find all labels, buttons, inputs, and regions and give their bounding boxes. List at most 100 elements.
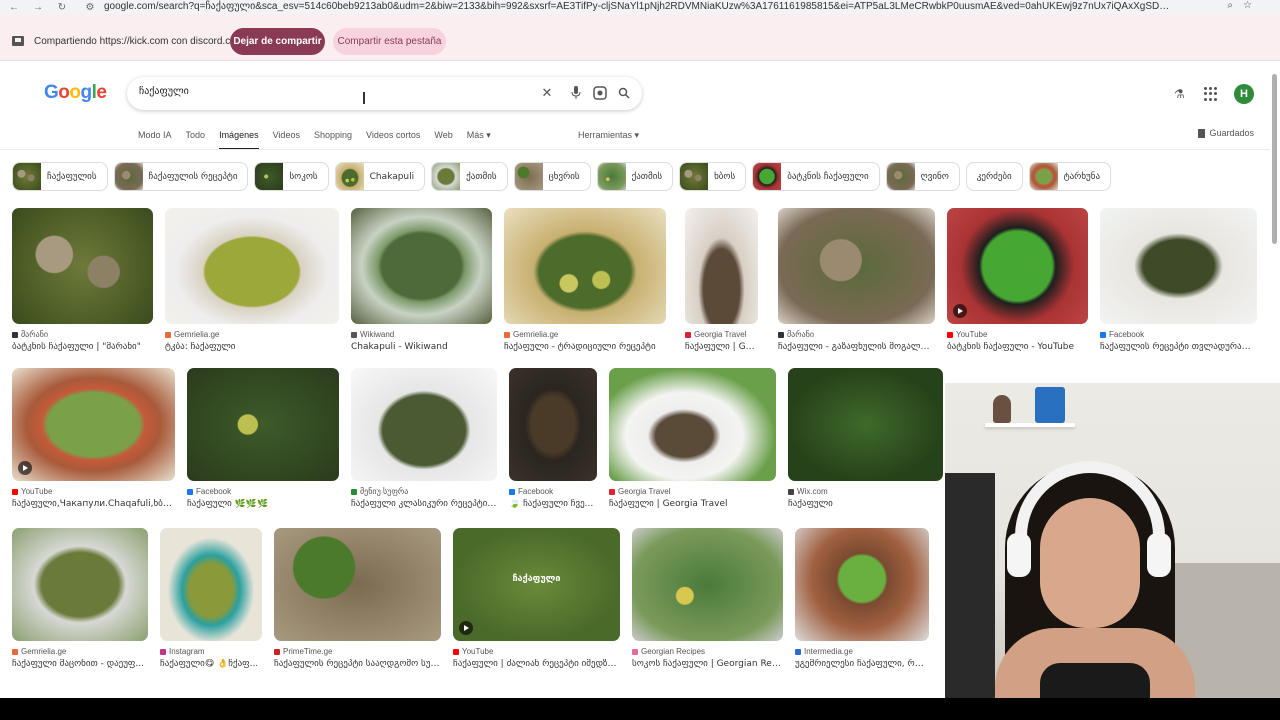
result-title[interactable]: ჩაქაფული | Georg... — [685, 342, 758, 352]
result-title[interactable]: ჩაქაფული — [788, 499, 943, 509]
result-thumbnail[interactable] — [947, 208, 1088, 324]
result-source[interactable]: Intermedia.ge — [795, 647, 929, 656]
chip-related-search[interactable]: ხბოს — [679, 162, 747, 191]
result-title[interactable]: ბატკნის ჩაქაფული - YouTube — [947, 342, 1088, 352]
bookmark-star-icon[interactable]: ☆ — [1243, 0, 1252, 11]
result-source[interactable]: Facebook — [1100, 330, 1257, 339]
tab-shopping[interactable]: Shopping — [314, 130, 352, 148]
result-source[interactable]: Gemrielia.ge — [12, 647, 148, 656]
image-result[interactable]: Georgian Recipes სოკოს ჩაქაფული | Georgia… — [632, 528, 783, 669]
chip-related-search[interactable]: ცხვრის — [513, 162, 591, 191]
forward-icon[interactable]: → — [30, 2, 46, 13]
search-icon[interactable] — [616, 85, 632, 101]
image-result[interactable]: Facebook ჩაქაფულის რეცეპტი თვლადურად ... — [1100, 208, 1257, 352]
result-thumbnail[interactable] — [609, 368, 776, 481]
chip-related-search[interactable]: ტარხუნა — [1028, 162, 1112, 191]
result-title[interactable]: ჩაქაფული 🌿🌿🌿 — [187, 499, 339, 509]
result-source[interactable]: Facebook — [509, 487, 597, 496]
result-source[interactable]: Gemrielia.ge — [165, 330, 339, 339]
result-title[interactable]: 🍃 ჩაქაფული ჩვე... — [509, 499, 597, 509]
result-thumbnail[interactable] — [351, 208, 492, 324]
image-result[interactable]: Facebook 🍃 ჩაქაფული ჩვე... — [509, 368, 597, 509]
result-thumbnail[interactable] — [788, 368, 943, 481]
image-result[interactable]: Georgia Travel ჩაქაფული | Georg... — [685, 208, 758, 352]
saved-button[interactable]: Guardados — [1198, 128, 1254, 138]
image-result[interactable]: Georgia Travel ჩაქაფული | Georgia Travel — [609, 368, 776, 509]
chip-related-search[interactable]: ჩაქაფულის — [12, 162, 108, 191]
labs-flask-icon[interactable]: ⚗ — [1174, 87, 1188, 101]
result-title[interactable]: ჩაქაფული | Georgia Travel — [609, 499, 776, 509]
result-title[interactable]: სოკოს ჩაქაფული | Georgian Recipes — [632, 659, 783, 669]
reload-icon[interactable]: ↻ — [54, 2, 70, 13]
image-result[interactable]: მარანი ჩაქაფული - გაზაფხულის მოგალობ... — [778, 208, 935, 352]
result-title[interactable]: ჩაქაფული - ტრადიციული რეცეპტი — [504, 342, 666, 352]
image-result[interactable]: მენიუ სუფრა ჩაქაფული კლასიკური რეცეპტი ..… — [351, 368, 497, 509]
result-source[interactable]: მარანი — [12, 330, 153, 339]
image-result[interactable]: Gemrielia.ge ტკბა: ჩაქაფული — [165, 208, 339, 352]
image-result[interactable]: Gemrielia.ge ჩაქაფული - ტრადიციული რეცეპტ… — [504, 208, 666, 352]
result-title[interactable]: ჩაქაფული - გაზაფხულის მოგალობ... — [778, 342, 935, 352]
result-thumbnail[interactable] — [187, 368, 339, 481]
chip-related-search[interactable]: ჩაქაფულის რეცეპტი — [113, 162, 249, 191]
site-info-icon[interactable]: ⚙ — [82, 2, 98, 13]
result-title[interactable]: ბატკნის ჩაქაფული | "მარანი" — [12, 342, 153, 352]
tab-todo[interactable]: Todo — [186, 130, 206, 148]
tools-button[interactable]: Herramientas ▾ — [578, 130, 639, 141]
image-result[interactable]: Facebook ჩაქაფული 🌿🌿🌿 — [187, 368, 339, 509]
image-result[interactable]: Wix.com ჩაქაფული — [788, 368, 943, 509]
tab-web[interactable]: Web — [434, 130, 452, 148]
result-title[interactable]: Chakapuli - Wikiwand — [351, 342, 492, 352]
image-result[interactable]: Instagram ჩაქაფული😋 👌ჩქაფ... — [160, 528, 262, 669]
result-source[interactable]: YouTube — [453, 647, 620, 656]
result-thumbnail[interactable] — [795, 528, 929, 641]
chip-related-search[interactable]: სოკოს — [254, 162, 329, 191]
chip-related-search[interactable]: ქათმის — [596, 162, 674, 191]
image-result[interactable]: Gemrielia.ge ჩაქაფული მაცონით - დაეუფ... — [12, 528, 148, 669]
image-result[interactable]: მარანი ბატკნის ჩაქაფული | "მარანი" — [12, 208, 153, 352]
search-input[interactable] — [139, 86, 519, 97]
lens-icon[interactable] — [592, 85, 608, 101]
image-result[interactable]: Intermedia.ge უგემრიელესი ჩაქაფული, რომ..… — [795, 528, 929, 669]
result-source[interactable]: მარანი — [778, 330, 935, 339]
result-title[interactable]: ჩაქაფული კლასიკური რეცეპტი ... — [351, 499, 497, 509]
image-result[interactable]: YouTube ჩაქაფული,Чакапули.Chaqafuli,ხბოს … — [12, 368, 175, 509]
result-source[interactable]: მენიუ სუფრა — [351, 487, 497, 496]
clear-icon[interactable]: ✕ — [539, 85, 555, 101]
result-title[interactable]: ჩაქაფული | ძალიან რეცეპტი იმედზე - Y... — [453, 659, 620, 669]
result-source[interactable]: YouTube — [947, 330, 1088, 339]
address-bar[interactable]: google.com/search?q=ჩაქაფული&sca_esv=514… — [104, 0, 1174, 14]
chip-related-search[interactable]: ღვინო — [885, 162, 960, 191]
result-thumbnail[interactable] — [274, 528, 441, 641]
page-scrollbar[interactable] — [1270, 62, 1278, 382]
tab-videos[interactable]: Videos — [273, 130, 300, 148]
result-title[interactable]: ჩაქაფული😋 👌ჩქაფ... — [160, 659, 262, 669]
image-result[interactable]: YouTube ბატკნის ჩაქაფული - YouTube — [947, 208, 1088, 352]
image-result[interactable]: ჩაქაფული YouTube ჩაქაფული | ძალიან რეცეპტი… — [453, 528, 620, 669]
tab-imagenes[interactable]: Imágenes — [219, 130, 259, 150]
chip-related-search[interactable]: კერძები — [965, 162, 1023, 191]
search-box[interactable]: ✕ — [127, 77, 642, 110]
result-title[interactable]: ტკბა: ჩაქაფული — [165, 342, 339, 352]
zoom-icon[interactable]: ⌕ — [1227, 0, 1233, 11]
chip-related-search[interactable]: ბატკნის ჩაქაფული — [752, 162, 880, 191]
result-title[interactable]: უგემრიელესი ჩაქაფული, რომ... — [795, 659, 929, 669]
result-thumbnail[interactable] — [632, 528, 783, 641]
google-apps-icon[interactable] — [1204, 87, 1218, 101]
tab-mas[interactable]: Más ▾ — [467, 130, 491, 148]
result-source[interactable]: Wix.com — [788, 487, 943, 496]
result-source[interactable]: PrimeTime.ge — [274, 647, 441, 656]
result-thumbnail[interactable] — [351, 368, 497, 481]
result-source[interactable]: Wikiwand — [351, 330, 492, 339]
microphone-icon[interactable] — [568, 85, 584, 101]
result-source[interactable]: Georgian Recipes — [632, 647, 783, 656]
stop-sharing-button[interactable]: Dejar de compartir — [230, 28, 325, 55]
chip-related-search[interactable]: ქათმის — [431, 162, 508, 191]
chip-related-search[interactable]: Chakapuli — [334, 162, 426, 191]
result-thumbnail[interactable] — [778, 208, 935, 324]
result-thumbnail[interactable] — [12, 528, 148, 641]
account-avatar[interactable]: H — [1234, 84, 1254, 104]
result-source[interactable]: YouTube — [12, 487, 175, 496]
result-source[interactable]: Gemrielia.ge — [504, 330, 666, 339]
result-thumbnail[interactable] — [160, 528, 262, 641]
result-source[interactable]: Facebook — [187, 487, 339, 496]
